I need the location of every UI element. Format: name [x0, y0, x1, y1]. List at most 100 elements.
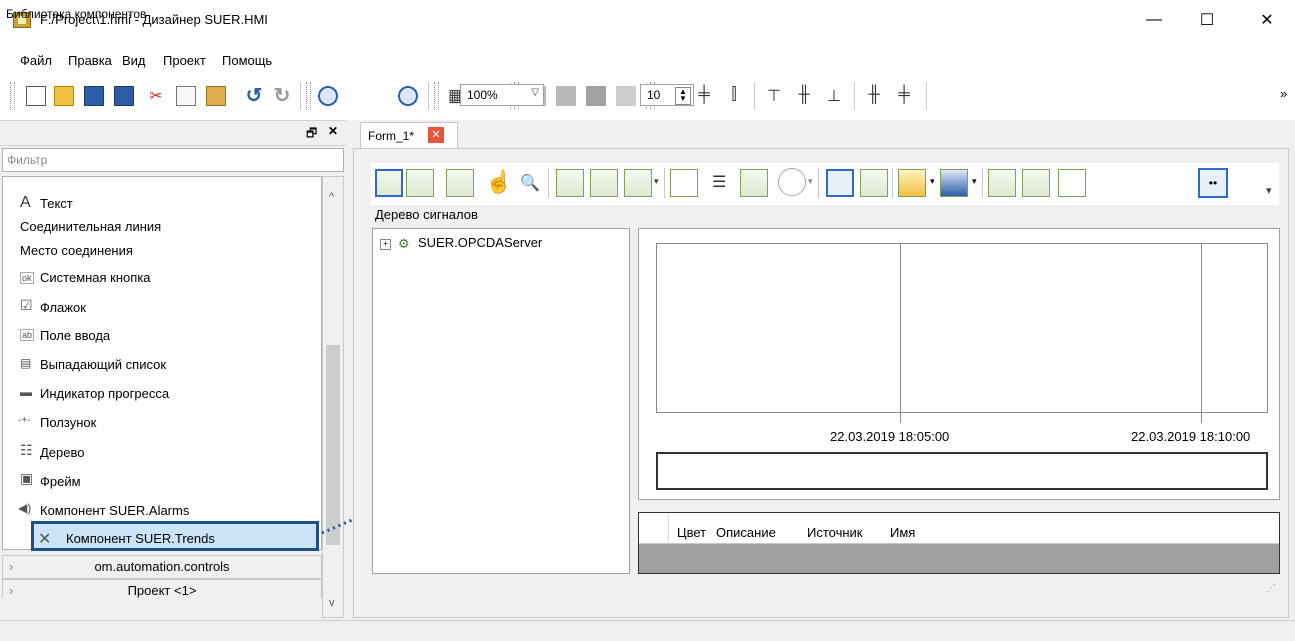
- spin-arrows-icon[interactable]: ▲ ▼: [675, 87, 691, 105]
- add-line-icon[interactable]: [590, 169, 618, 197]
- align-center-icon[interactable]: ╪: [694, 86, 714, 106]
- save-trend-icon[interactable]: [940, 169, 968, 197]
- toolbar-grip[interactable]: [306, 82, 311, 110]
- cut-icon[interactable]: ✂: [146, 86, 166, 106]
- undo-icon[interactable]: ↺: [244, 86, 264, 106]
- zoom-in-icon[interactable]: [318, 86, 338, 106]
- alarm-icon: ◀): [18, 501, 32, 515]
- align-middle-icon[interactable]: ╫: [794, 86, 814, 106]
- autoscroll-toggle-icon[interactable]: ••: [1198, 168, 1228, 198]
- menu-help[interactable]: Помощь: [222, 53, 272, 68]
- tree-node-server[interactable]: SUER.OPCDAServer: [418, 235, 542, 250]
- filter-input[interactable]: Фильтр: [2, 148, 344, 172]
- export-icon[interactable]: [1022, 169, 1050, 197]
- send-to-back-icon[interactable]: [616, 86, 636, 106]
- close-panel-icon[interactable]: ✕: [328, 124, 338, 138]
- button-icon: ok: [20, 272, 34, 284]
- toolbar-grip[interactable]: [10, 82, 15, 110]
- distribute-vertical-icon[interactable]: ╪: [894, 86, 914, 106]
- column-header-source[interactable]: Источник: [807, 525, 863, 540]
- input-field-icon: ab: [20, 329, 35, 341]
- trend-database-icon[interactable]: [406, 169, 434, 197]
- expand-icon[interactable]: +: [380, 239, 391, 250]
- scroll-down-icon[interactable]: v: [329, 597, 335, 609]
- trend-mode-icon[interactable]: [375, 169, 403, 197]
- send-backward-icon[interactable]: [556, 86, 576, 106]
- legend-icon[interactable]: ☰: [712, 172, 726, 192]
- list-item[interactable]: Компонент SUER.Alarms: [40, 503, 189, 518]
- menu-view[interactable]: Вид: [122, 53, 146, 68]
- save-as-icon[interactable]: [114, 86, 134, 106]
- align-top-icon[interactable]: ⊤: [764, 86, 784, 106]
- toolbar-overflow-button[interactable]: »: [1280, 86, 1287, 101]
- layout-icon[interactable]: [826, 169, 854, 197]
- column-header-description[interactable]: Описание: [716, 525, 776, 540]
- group-row[interactable]: › om.automation.controls: [2, 555, 322, 579]
- zoom-select[interactable]: 100% ▽: [460, 84, 544, 106]
- dropdown-arrow-icon[interactable]: ▾: [654, 176, 659, 187]
- list-item[interactable]: Поле ввода: [40, 328, 110, 343]
- zoom-out-icon[interactable]: [398, 86, 418, 106]
- redo-icon[interactable]: ↻: [272, 86, 292, 106]
- dropdown-arrow-icon[interactable]: ▾: [808, 176, 813, 187]
- zoom-icon[interactable]: 🔍: [520, 173, 540, 193]
- copy-icon[interactable]: [176, 86, 196, 106]
- dropdown-arrow-icon[interactable]: ▾: [930, 176, 935, 187]
- open-trend-icon[interactable]: [898, 169, 926, 197]
- plot-area[interactable]: [656, 243, 1268, 413]
- close-button[interactable]: ✕: [1244, 0, 1290, 40]
- toolbar-overflow-icon[interactable]: ▾: [1266, 184, 1272, 197]
- trend-chart-icon[interactable]: [446, 169, 474, 197]
- align-bottom-icon[interactable]: ⊥: [824, 86, 844, 106]
- settings-icon[interactable]: [860, 169, 888, 197]
- grid-size-spinner[interactable]: 10 ▲ ▼: [640, 84, 694, 106]
- list-item[interactable]: Флажок: [40, 300, 86, 315]
- menu-edit[interactable]: Правка: [68, 53, 112, 68]
- column-header-color[interactable]: Цвет: [677, 525, 706, 540]
- list-item[interactable]: Соединительная линия: [20, 219, 161, 234]
- close-tab-icon[interactable]: ✕: [428, 127, 444, 143]
- paste-icon[interactable]: [206, 86, 226, 106]
- list-item[interactable]: Выпадающий список: [40, 357, 166, 372]
- list-item[interactable]: Место соединения: [20, 243, 133, 258]
- list-item[interactable]: Ползунок: [40, 415, 96, 430]
- list-item-selected[interactable]: Компонент SUER.Trends: [66, 531, 215, 546]
- add-pen-icon[interactable]: [556, 169, 584, 197]
- list-item[interactable]: Фрейм: [40, 474, 81, 489]
- text-icon: A: [20, 194, 31, 211]
- table-icon[interactable]: [1058, 169, 1086, 197]
- grid-size-value: 10: [647, 88, 661, 102]
- column-header-name[interactable]: Имя: [890, 525, 915, 540]
- trends-icon: ✕: [38, 531, 52, 548]
- distribute-horizontal-icon[interactable]: ╫: [864, 86, 884, 106]
- minimize-button[interactable]: —: [1131, 0, 1177, 40]
- list-item[interactable]: Дерево: [40, 445, 84, 460]
- align-right-icon[interactable]: ⫿: [724, 86, 744, 106]
- tree-icon: ☷: [20, 442, 33, 458]
- library-scrollbar[interactable]: ^ v: [322, 176, 344, 618]
- list-item[interactable]: Текст: [40, 196, 73, 211]
- clock-icon[interactable]: [778, 168, 806, 196]
- new-file-icon[interactable]: [26, 86, 46, 106]
- grid-line: [1201, 243, 1202, 423]
- dropdown-arrow-icon[interactable]: ▾: [972, 176, 977, 187]
- toolbar-grip[interactable]: [434, 82, 439, 110]
- list-item[interactable]: Индикатор прогресса: [40, 386, 169, 401]
- menu-file[interactable]: Файл: [20, 53, 52, 68]
- maximize-button[interactable]: ☐: [1184, 0, 1230, 40]
- menu-project[interactable]: Проект: [163, 53, 206, 68]
- pan-hand-icon[interactable]: ☝: [485, 169, 512, 195]
- open-folder-icon[interactable]: [54, 86, 74, 106]
- list-item[interactable]: Системная кнопка: [40, 270, 151, 285]
- line-style-icon[interactable]: [670, 169, 698, 197]
- save-icon[interactable]: [84, 86, 104, 106]
- resize-grip-icon[interactable]: ⋰: [1266, 583, 1276, 594]
- scroll-up-icon[interactable]: ^: [329, 191, 334, 203]
- add-series-icon[interactable]: [740, 169, 768, 197]
- bring-to-front-icon[interactable]: [586, 86, 606, 106]
- remove-pen-icon[interactable]: [624, 169, 652, 197]
- float-panel-icon[interactable]: 🗗: [306, 124, 317, 145]
- print-icon[interactable]: [988, 169, 1016, 197]
- toolbar-separator: [982, 168, 983, 198]
- time-scrollbar[interactable]: [656, 452, 1268, 490]
